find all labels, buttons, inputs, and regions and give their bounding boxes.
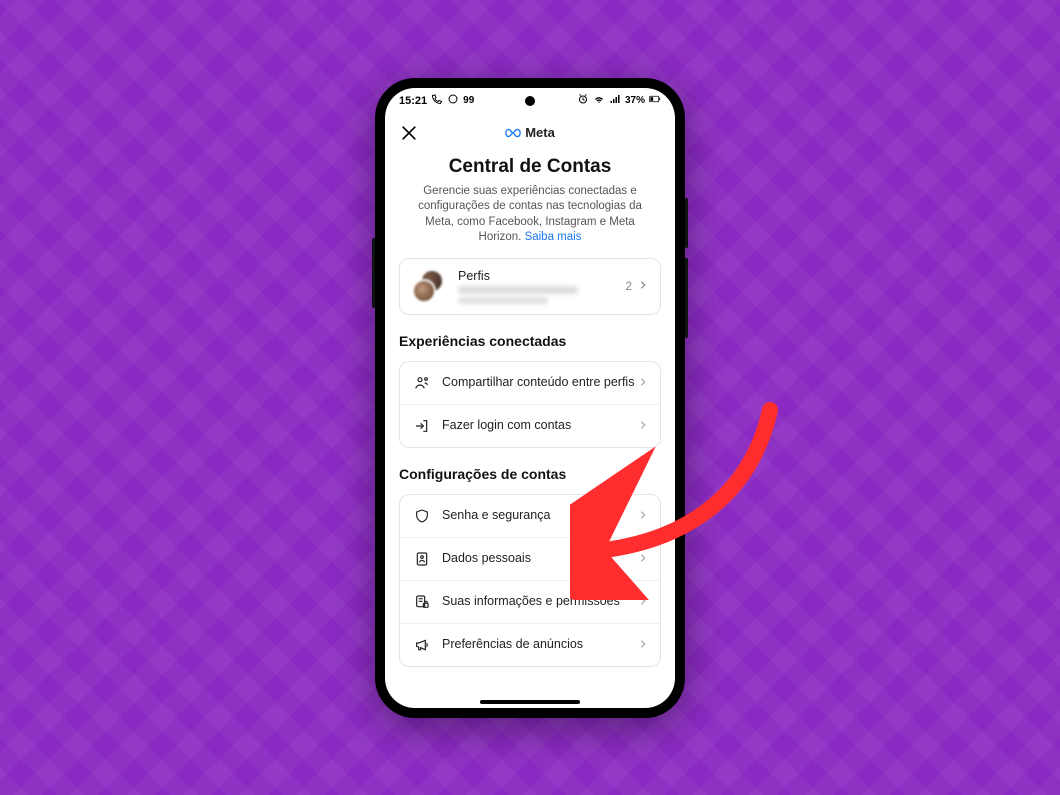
page-description: Gerencie suas experiências conectadas e … bbox=[403, 184, 657, 246]
status-battery-icon bbox=[649, 93, 661, 108]
chevron-right-icon bbox=[638, 550, 648, 568]
chevron-right-icon bbox=[638, 636, 648, 654]
section-heading-connected: Experiências conectadas bbox=[399, 333, 661, 349]
profiles-label: Perfis bbox=[458, 269, 625, 283]
status-signal-icon bbox=[609, 93, 621, 108]
row-personal-data[interactable]: Dados pessoais bbox=[400, 537, 660, 580]
connected-experiences-card: Compartilhar conteúdo entre perfis Fazer… bbox=[399, 361, 661, 448]
volume-button-1 bbox=[685, 198, 688, 248]
row-label: Suas informações e permissões bbox=[442, 594, 638, 610]
app-header: Meta bbox=[385, 114, 675, 152]
profile-name-redacted bbox=[458, 286, 578, 294]
camera-notch bbox=[525, 96, 535, 106]
row-label: Preferências de anúncios bbox=[442, 637, 638, 653]
share-profiles-icon bbox=[412, 375, 432, 391]
id-card-icon bbox=[412, 551, 432, 567]
meta-brand-text: Meta bbox=[525, 125, 555, 140]
status-notif-icon bbox=[447, 93, 459, 108]
status-battery-pct: 37% bbox=[625, 95, 645, 106]
avatar bbox=[412, 279, 436, 303]
status-alarm-icon bbox=[577, 93, 589, 108]
shield-icon bbox=[412, 508, 432, 524]
megaphone-icon bbox=[412, 637, 432, 653]
status-phone-icon bbox=[431, 93, 443, 108]
section-heading-account-settings: Configurações de contas bbox=[399, 466, 661, 482]
volume-button-2 bbox=[685, 258, 688, 338]
home-indicator bbox=[480, 700, 580, 704]
learn-more-link[interactable]: Saiba mais bbox=[525, 231, 582, 243]
row-share-content[interactable]: Compartilhar conteúdo entre perfis bbox=[400, 362, 660, 404]
status-count: 99 bbox=[463, 95, 474, 106]
account-settings-card: Senha e segurança Dados pessoais Suas in… bbox=[399, 494, 661, 667]
row-ad-preferences[interactable]: Preferências de anúncios bbox=[400, 623, 660, 666]
status-time: 15:21 bbox=[399, 95, 427, 107]
document-lock-icon bbox=[412, 594, 432, 610]
chevron-right-icon bbox=[638, 507, 648, 525]
row-label: Senha e segurança bbox=[442, 508, 638, 524]
close-button[interactable] bbox=[397, 121, 421, 145]
status-wifi-icon bbox=[593, 93, 605, 108]
row-login-accounts[interactable]: Fazer login com contas bbox=[400, 404, 660, 447]
row-password-security[interactable]: Senha e segurança bbox=[400, 495, 660, 537]
chevron-right-icon bbox=[638, 279, 648, 293]
page-title: Central de Contas bbox=[399, 156, 661, 178]
chevron-right-icon bbox=[638, 417, 648, 435]
page-content: Central de Contas Gerencie suas experiên… bbox=[385, 152, 675, 708]
row-label: Dados pessoais bbox=[442, 551, 638, 567]
profile-name-redacted bbox=[458, 297, 548, 304]
row-label: Fazer login com contas bbox=[442, 418, 638, 434]
chevron-right-icon bbox=[638, 374, 648, 392]
chevron-right-icon bbox=[638, 593, 648, 611]
meta-infinity-icon bbox=[505, 125, 521, 141]
power-button bbox=[372, 238, 375, 308]
login-icon bbox=[412, 418, 432, 434]
close-icon bbox=[399, 123, 419, 143]
profile-avatars bbox=[412, 269, 452, 303]
screen: 15:21 99 37% bbox=[385, 88, 675, 708]
phone-frame: 15:21 99 37% bbox=[375, 78, 685, 718]
profiles-card[interactable]: Perfis 2 bbox=[399, 258, 661, 315]
profiles-count: 2 bbox=[625, 279, 632, 293]
row-label: Compartilhar conteúdo entre perfis bbox=[442, 375, 638, 391]
row-info-permissions[interactable]: Suas informações e permissões bbox=[400, 580, 660, 623]
meta-logo: Meta bbox=[505, 125, 555, 141]
